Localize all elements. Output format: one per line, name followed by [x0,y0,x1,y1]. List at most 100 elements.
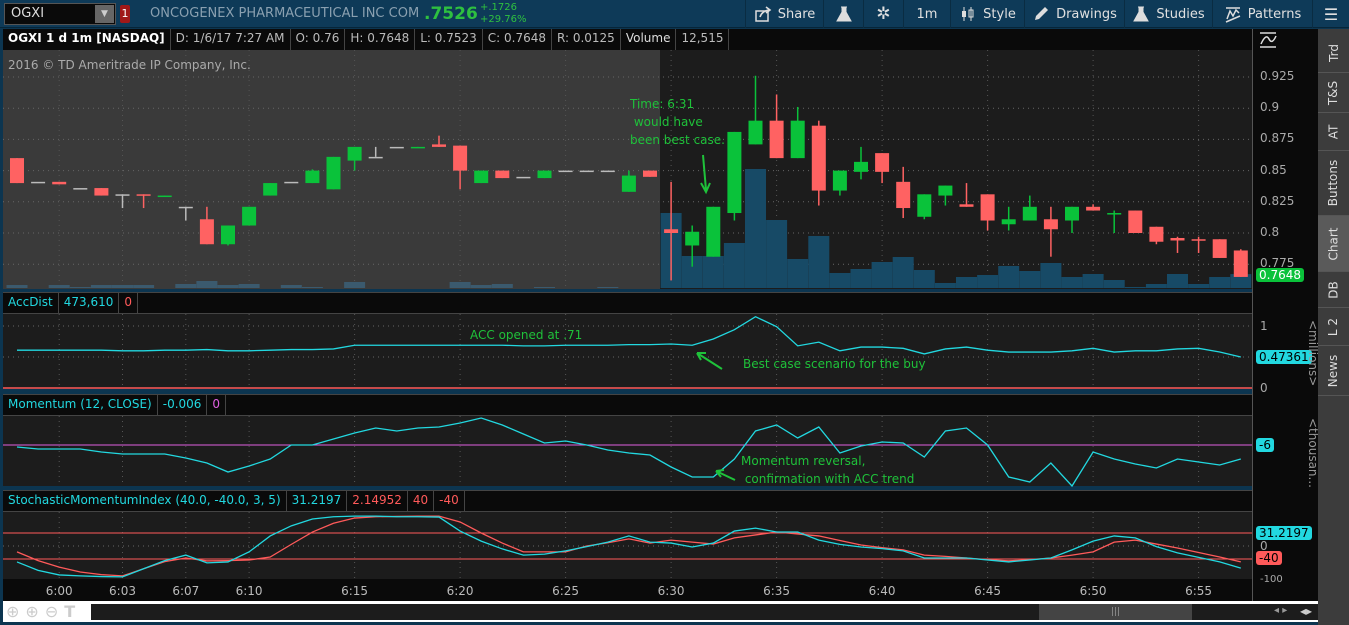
smi-avg-value: 2.14952 [347,491,408,511]
smi-panel-bg [3,512,1252,579]
time-tick: 6:50 [1079,584,1107,598]
candle-body [1233,250,1248,277]
tab-label: L 2 [1326,317,1341,336]
tab-level2[interactable]: L 2 [1318,308,1349,346]
momentum-value: -0.006 [158,395,208,415]
volume-bar [1061,277,1083,288]
tab-label: News [1326,354,1341,387]
momentum-header[interactable]: Momentum (12, CLOSE) -0.006 0 [3,394,1252,416]
smi-under: -40 [434,491,465,511]
tab-chart[interactable]: Chart [1318,216,1349,272]
candle-body [748,120,763,145]
price-axis[interactable] [1252,29,1318,601]
volume-bar [491,284,513,288]
volume-bar [344,282,366,288]
volume-bar [1209,277,1231,288]
tab-label: Buttons [1326,159,1341,207]
candle-body [199,219,214,245]
time-tick: 6:07 [172,584,200,598]
candle-body [1107,213,1122,215]
candle-body [643,170,657,177]
tab-time-and-sales[interactable]: T&S [1318,73,1349,113]
chart-tools: ⊕ ⊕ ⊖ T [6,602,75,621]
candle-body [558,170,573,173]
menu-button[interactable]: ☰ [1312,0,1349,28]
zoom-in-icon[interactable]: ⊕ [25,602,38,621]
patterns-label: Patterns [1247,6,1302,22]
tab-label: T&S [1326,80,1341,105]
volume-bar [956,277,977,288]
tab-news[interactable]: News [1318,346,1349,396]
time-tick: 6:25 [552,584,580,598]
tab-at[interactable]: AT [1318,113,1349,151]
candle-body [938,185,953,196]
time-tick: 6:03 [109,584,136,598]
price-tick: 0.9 [1260,100,1280,115]
candle-body [832,170,847,191]
zoom-out-icon[interactable]: ⊖ [45,602,58,621]
accdist-zero: 0 [119,293,138,313]
text-tool-icon[interactable]: T [64,602,75,621]
candle-body [347,146,362,161]
time-tick: 6:55 [1185,584,1213,598]
smi-value: 31.2197 [287,491,348,511]
volume-bar [1082,274,1104,288]
volume-bar [850,269,872,288]
price-tick: 0.925 [1260,69,1295,83]
accdist-label: AccDist [3,293,59,313]
candle-body [1128,210,1143,233]
candle-body [453,145,468,171]
volume-bar [175,284,197,288]
candle-body [73,188,88,190]
tab-db[interactable]: DB [1318,272,1349,308]
crosshair-icon[interactable]: ⊕ [6,602,19,621]
candle-body [52,181,67,185]
time-tick: 6:20 [446,584,474,598]
candle-body [326,156,341,190]
candle-body [136,194,151,196]
momentum-zero: 0 [207,395,227,415]
accdist-header[interactable]: AccDist 473,610 0 [3,292,1252,314]
volume-bar [766,220,788,288]
tab-buttons[interactable]: Buttons [1318,151,1349,216]
price-tick: 0.85 [1260,162,1287,177]
accdist-tick: 0 [1260,381,1268,395]
candle-body [474,170,489,184]
volume-bar [597,287,619,288]
candle-body [368,156,383,159]
volume-bar [6,285,28,288]
candle-body [875,153,890,172]
scroll-arrows[interactable]: ◂ ▸ [1274,605,1287,616]
volume-bar [470,285,492,288]
volume-bar [48,285,70,288]
time-tick: 6:00 [45,584,73,598]
expand-icon[interactable]: ◂▸ [1300,604,1312,618]
volume-bar [534,287,555,288]
candle-body [664,229,679,233]
candle-body [389,146,404,149]
volume-bar [280,285,302,288]
volume-bar [998,266,1020,288]
candle-body [854,161,868,172]
price-tick: 0.8 [1260,225,1280,239]
volume-bar [1103,280,1125,288]
smi-under-badge: -40 [1256,551,1282,565]
copyright-text: 2016 © TD Ameritrade IP Company, Inc. [8,58,251,72]
volume-bar [934,283,956,288]
price-tick: 0.875 [1260,131,1295,146]
candle-body [621,175,636,192]
time-tick: 6:35 [763,584,791,598]
tab-trd[interactable]: Trd [1318,33,1349,73]
smi-header[interactable]: StochasticMomentumIndex (40.0, -40.0, 3,… [3,490,1252,512]
candle-body [579,170,594,173]
candle-body [495,170,510,179]
candle-body [157,195,172,198]
candle-body [1149,226,1164,242]
smi-tick: -100 [1260,574,1283,585]
candle-body [1212,239,1227,258]
candle-body [980,194,995,221]
scrollbar-thumb[interactable]: ||| [1039,604,1192,620]
autoscale-icon[interactable] [1258,31,1280,49]
volume-bar [1167,274,1188,288]
tab-label: AT [1326,124,1341,139]
